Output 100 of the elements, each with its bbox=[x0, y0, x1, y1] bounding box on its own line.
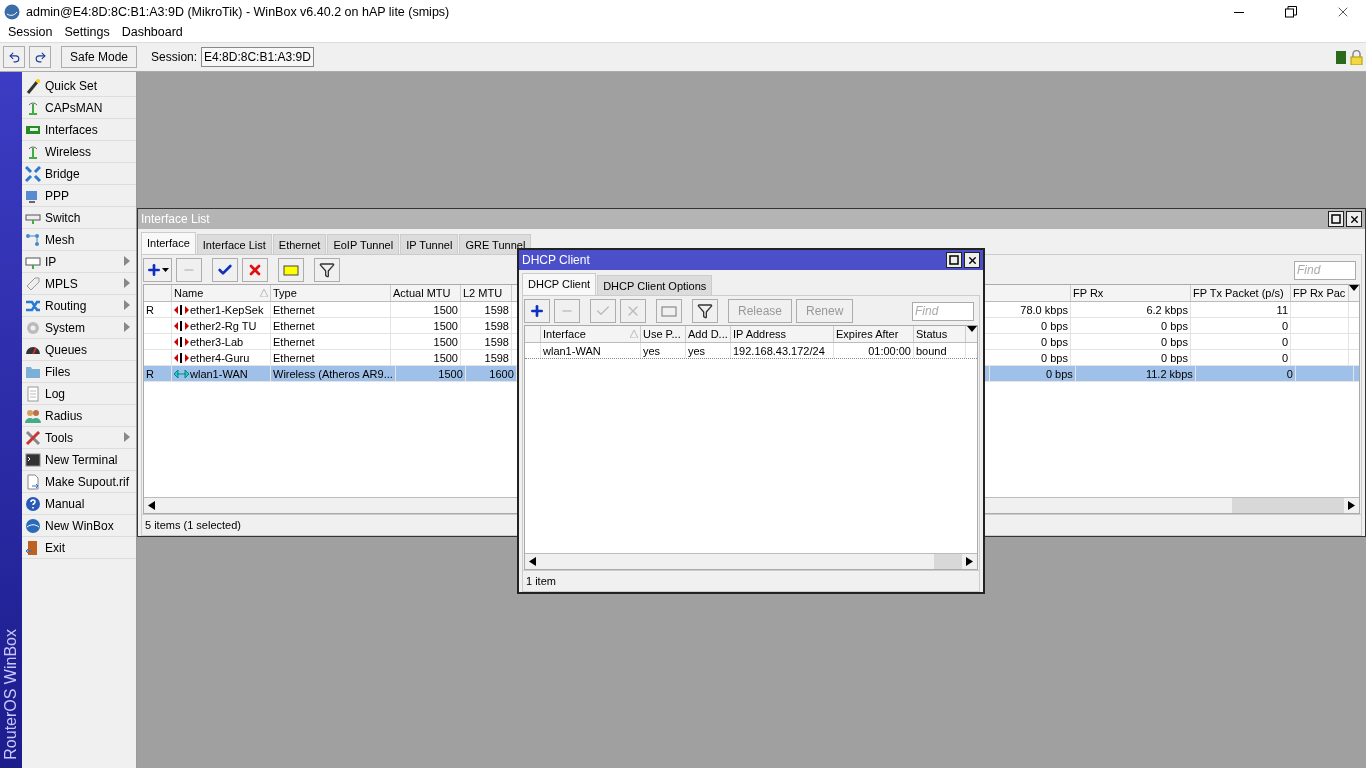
sidebar-item[interactable]: Tools bbox=[22, 427, 136, 449]
column-header[interactable]: Status bbox=[914, 326, 966, 342]
sidebar-item[interactable]: New Terminal bbox=[22, 449, 136, 471]
column-header[interactable]: IP Address bbox=[731, 326, 834, 342]
submenu-arrow-icon bbox=[124, 256, 130, 266]
sidebar-item[interactable]: Mesh bbox=[22, 229, 136, 251]
scrollbar-thumb[interactable] bbox=[934, 554, 962, 569]
column-header[interactable]: Type bbox=[271, 285, 391, 301]
sidebar-item[interactable]: Interfaces bbox=[22, 119, 136, 141]
filter-button[interactable] bbox=[692, 299, 718, 323]
scroll-right-icon[interactable] bbox=[966, 557, 973, 566]
sidebar-item[interactable]: Switch bbox=[22, 207, 136, 229]
redo-button[interactable] bbox=[29, 46, 51, 68]
sidebar-item[interactable]: Routing bbox=[22, 295, 136, 317]
table-cell: 0 bbox=[1281, 335, 1288, 348]
app-logo-icon bbox=[4, 4, 20, 20]
undo-button[interactable] bbox=[3, 46, 25, 68]
scroll-left-icon[interactable] bbox=[529, 557, 536, 566]
table-cell: yes bbox=[688, 344, 706, 357]
sidebar-item[interactable]: Exit bbox=[22, 537, 136, 559]
sidebar-item[interactable]: Files bbox=[22, 361, 136, 383]
table-cell: 1500 bbox=[433, 319, 458, 332]
dropdown-icon[interactable] bbox=[967, 326, 977, 332]
sidebar-item[interactable]: Queues bbox=[22, 339, 136, 361]
ethernet-icon bbox=[174, 304, 189, 315]
find-field[interactable]: Find bbox=[912, 301, 974, 321]
help-icon bbox=[25, 495, 41, 512]
tab[interactable]: DHCP Client Options bbox=[597, 275, 713, 295]
table-cell: bound bbox=[916, 344, 947, 357]
column-header[interactable]: FP Rx bbox=[1071, 285, 1191, 301]
table-cell: 0 bps bbox=[1041, 319, 1068, 332]
sidebar-item[interactable]: Log bbox=[22, 383, 136, 405]
menu-item[interactable]: Dashboard bbox=[115, 24, 189, 42]
column-header[interactable]: Use P... bbox=[641, 326, 686, 342]
tab[interactable]: Interface List bbox=[196, 234, 272, 254]
window-title: admin@E4:8D:8C:B1:A3:9D (MikroTik) - WinBox v6.40.2 on hAP lite (smips) bbox=[26, 5, 451, 19]
submenu-arrow-icon bbox=[124, 300, 130, 310]
table-cell: yes bbox=[643, 344, 661, 357]
column-header[interactable]: FP Tx Packet (p/s) bbox=[1191, 285, 1291, 301]
column-header[interactable]: L2 MTU bbox=[461, 285, 512, 301]
table-row[interactable]: wlan1-WAN yes yes 192.168.43.172/24 01:00:00 bound bbox=[525, 343, 977, 359]
table-cell: 6.2 kbps bbox=[1146, 303, 1188, 316]
sidebar-item[interactable]: System bbox=[22, 317, 136, 339]
wand-icon bbox=[25, 77, 41, 94]
dropdown-icon[interactable] bbox=[1349, 285, 1359, 291]
table-cell: 0 bps bbox=[1161, 335, 1188, 348]
people-icon bbox=[25, 407, 41, 424]
sidebar-item[interactable]: Bridge bbox=[22, 163, 136, 185]
tab[interactable]: Ethernet bbox=[272, 234, 327, 254]
sidebar-item[interactable]: Quick Set bbox=[22, 75, 136, 97]
enable-button[interactable] bbox=[212, 258, 238, 282]
scrollbar-thumb[interactable] bbox=[1232, 498, 1344, 513]
comment-button[interactable] bbox=[278, 258, 304, 282]
add-button[interactable] bbox=[143, 258, 172, 282]
scroll-right-icon[interactable] bbox=[1348, 501, 1355, 510]
close-button[interactable] bbox=[1346, 211, 1362, 227]
sidebar-item[interactable]: Manual bbox=[22, 493, 136, 515]
menu-item[interactable]: Session bbox=[2, 24, 59, 42]
column-header[interactable]: Name bbox=[172, 285, 271, 301]
sidebar-item[interactable]: CAPsMAN bbox=[22, 97, 136, 119]
find-field[interactable]: Find bbox=[1294, 260, 1356, 280]
tab[interactable]: DHCP Client bbox=[522, 273, 597, 295]
sidebar-item[interactable]: Wireless bbox=[22, 141, 136, 163]
sidebar-item[interactable]: PPP bbox=[22, 185, 136, 207]
submenu-arrow-icon bbox=[124, 278, 130, 288]
sort-icon bbox=[260, 289, 268, 297]
scroll-left-icon[interactable] bbox=[148, 501, 155, 510]
table-cell: ether4-Guru bbox=[190, 351, 250, 364]
disable-button[interactable] bbox=[242, 258, 268, 282]
table-cell: 1500 bbox=[438, 367, 463, 380]
filter-button[interactable] bbox=[314, 258, 340, 282]
document-icon bbox=[25, 385, 41, 402]
column-header[interactable]: Expires After bbox=[834, 326, 914, 342]
table-cell: 78.0 kbps bbox=[1020, 303, 1068, 316]
sidebar-item[interactable]: IP bbox=[22, 251, 136, 273]
tab[interactable]: IP Tunnel bbox=[400, 234, 459, 254]
table-cell: 1598 bbox=[484, 351, 509, 364]
tab[interactable]: Interface bbox=[141, 232, 196, 254]
add-button[interactable] bbox=[524, 299, 550, 323]
submenu-arrow-icon bbox=[124, 322, 130, 332]
status-indicator-icon bbox=[1336, 50, 1346, 64]
table-cell: 1500 bbox=[433, 303, 458, 316]
menu-item[interactable]: Settings bbox=[58, 24, 116, 42]
maximize-button[interactable] bbox=[946, 252, 962, 268]
table-cell: 1598 bbox=[484, 319, 509, 332]
column-header[interactable]: Interface bbox=[541, 326, 641, 342]
close-button[interactable] bbox=[964, 252, 980, 268]
column-header[interactable]: Add D... bbox=[686, 326, 731, 342]
maximize-button[interactable] bbox=[1328, 211, 1344, 227]
sidebar-item[interactable]: Make Supout.rif bbox=[22, 471, 136, 493]
tab[interactable]: EoIP Tunnel bbox=[327, 234, 400, 254]
session-field[interactable]: E4:8D:8C:B1:A3:9D bbox=[201, 47, 314, 67]
column-header[interactable]: Actual MTU bbox=[391, 285, 461, 301]
sidebar-item[interactable]: New WinBox bbox=[22, 515, 136, 537]
column-header[interactable]: FP Rx Pac bbox=[1291, 285, 1349, 301]
sidebar-item[interactable]: Radius bbox=[22, 405, 136, 427]
safe-mode-button[interactable]: Safe Mode bbox=[61, 46, 138, 68]
status-text: 1 item bbox=[526, 575, 556, 587]
table-cell: Ethernet bbox=[273, 335, 315, 348]
sidebar-item[interactable]: MPLS bbox=[22, 273, 136, 295]
